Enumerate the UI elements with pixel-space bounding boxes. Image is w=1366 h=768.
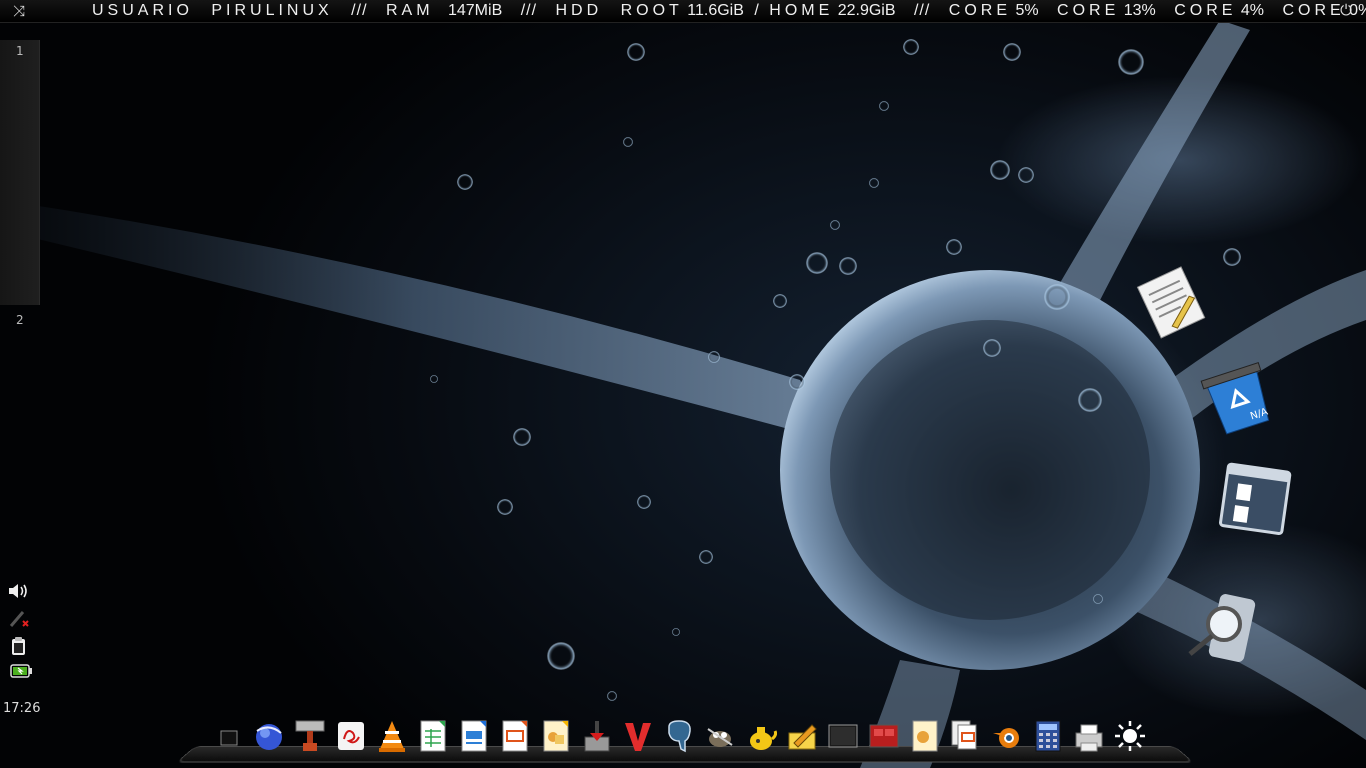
media-icon[interactable] [867, 718, 901, 754]
core-value-3: 4% [1240, 2, 1265, 19]
calculator-icon[interactable] [1031, 718, 1065, 754]
file-manager-icon[interactable] [1218, 460, 1294, 540]
presentation-icon[interactable] [498, 718, 532, 754]
system-stats: USUARIO PIRULINUX /// RAM 147MiB /// HDD… [92, 2, 1366, 20]
terminal-icon[interactable] [826, 718, 860, 754]
search-icon[interactable] [1184, 588, 1262, 664]
text-editor-icon[interactable] [1132, 262, 1212, 342]
writer-icon[interactable] [457, 718, 491, 754]
user-name: PIRULINUX [211, 2, 333, 19]
hdd-label: HDD [555, 2, 603, 19]
spreadsheet-icon[interactable] [416, 718, 450, 754]
brightness-icon[interactable] [1113, 718, 1147, 754]
root-value: 11.6GiB [687, 2, 744, 19]
volume-icon[interactable] [8, 582, 30, 600]
separator: /// [520, 2, 538, 19]
gimp-icon[interactable] [703, 718, 737, 754]
user-label: USUARIO [92, 2, 193, 19]
core-label: CORE [1174, 2, 1237, 19]
home-value: 22.9GiB [837, 2, 896, 19]
teapot-icon[interactable] [744, 718, 778, 754]
workspace-2-label[interactable]: 2 [16, 313, 24, 327]
draw-icon[interactable] [539, 718, 573, 754]
home-label: HOME [769, 2, 834, 19]
ram-label: RAM [385, 2, 434, 19]
core-label: CORE [1282, 2, 1345, 19]
network-disconnected-icon[interactable] [8, 610, 30, 628]
workspace-1-label: 1 [16, 44, 24, 58]
wallpaper [0, 20, 1366, 768]
battery-icon[interactable] [10, 664, 32, 678]
ram-value: 147MiB [447, 2, 503, 19]
workspace-1[interactable] [0, 40, 40, 305]
root-label: ROOT [620, 2, 683, 19]
separator: /// [351, 2, 368, 19]
vlc-icon[interactable] [375, 718, 409, 754]
power-icon[interactable]: ⏻ [1340, 1, 1352, 19]
dock [176, 716, 1194, 768]
clipboard-icon[interactable] [8, 636, 30, 656]
core-value-1: 5% [1015, 2, 1039, 19]
printer-icon[interactable] [1072, 718, 1106, 754]
disk-utility-icon[interactable] [293, 718, 327, 754]
top-panel: ⤨ USUARIO PIRULINUX /// RAM 147MiB /// H… [0, 0, 1366, 23]
blender-icon[interactable] [990, 718, 1024, 754]
slash: / [754, 2, 759, 19]
postgresql-icon[interactable] [662, 718, 696, 754]
core-value-2: 13% [1123, 2, 1156, 19]
show-desktop-icon[interactable] [212, 718, 246, 754]
notes-icon[interactable] [785, 718, 819, 754]
separator: /// [913, 2, 931, 19]
shuffle-icon[interactable]: ⤨ [13, 2, 25, 20]
installer-icon[interactable] [580, 718, 614, 754]
image-viewer-icon[interactable] [908, 718, 942, 754]
web-browser-icon[interactable] [252, 718, 286, 754]
clock[interactable]: 17:26 [3, 701, 40, 716]
core-label: CORE [1057, 2, 1120, 19]
pdf-reader-icon[interactable] [334, 718, 368, 754]
vivaldi-icon[interactable] [621, 718, 655, 754]
core-label: CORE [948, 2, 1012, 19]
documents-icon[interactable] [949, 718, 983, 754]
trash-icon[interactable]: N/A [1198, 356, 1282, 438]
